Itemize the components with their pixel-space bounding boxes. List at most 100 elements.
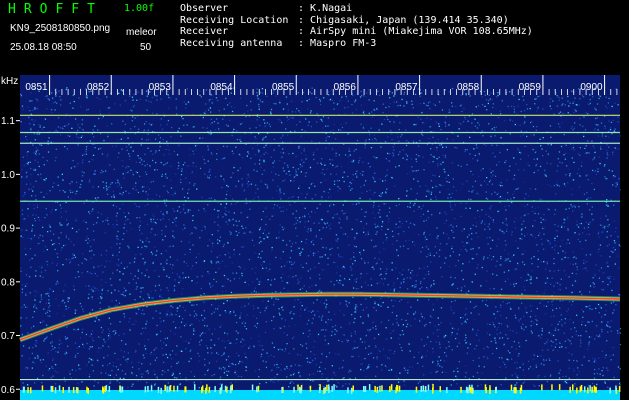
noise-dot (619, 245, 621, 247)
noise-dot (192, 165, 194, 167)
noise-dot (456, 287, 459, 290)
noise-dot (558, 321, 561, 323)
noise-dot (308, 121, 310, 123)
noise-dot (110, 323, 112, 325)
noise-dot (577, 367, 579, 369)
noise-dot (99, 307, 101, 310)
noise-dot (307, 228, 309, 230)
noise-dot (566, 242, 568, 245)
noise-dot (241, 178, 243, 180)
noise-dot (361, 94, 363, 97)
noise-dot (472, 173, 474, 176)
noise-dot (464, 149, 467, 151)
noise-dot (226, 374, 228, 376)
noise-dot (574, 280, 576, 282)
noise-dot (600, 148, 602, 150)
noise-dot (69, 115, 71, 117)
noise-dot (439, 266, 442, 269)
noise-dot (336, 165, 338, 167)
noise-dot (359, 253, 362, 256)
noise-dot (600, 255, 602, 257)
noise-dot (365, 139, 367, 141)
noise-dot (346, 341, 349, 343)
noise-dot (484, 94, 487, 96)
noise-dot (468, 261, 470, 263)
noise-dot (619, 328, 622, 330)
noise-dot (262, 138, 264, 140)
noise-dot (173, 290, 176, 292)
noise-dot (293, 223, 295, 226)
noise-dot (466, 318, 468, 320)
noise-dot (508, 169, 510, 172)
noise-dot (547, 301, 549, 303)
noise-dot (364, 144, 366, 146)
noise-dot (330, 254, 332, 256)
noise-dot (493, 288, 495, 290)
noise-dot (573, 205, 575, 207)
noise-dot (333, 124, 335, 126)
noise-dot (407, 301, 409, 304)
noise-dot (82, 253, 84, 255)
noise-dot (308, 319, 310, 321)
noise-dot (515, 163, 517, 165)
noise-dot (615, 304, 617, 306)
noise-dot (529, 133, 531, 135)
noise-dot (210, 262, 213, 264)
noise-dot (335, 239, 337, 241)
noise-dot (426, 190, 428, 192)
noise-dot (450, 206, 452, 208)
noise-dot (382, 348, 385, 350)
noise-dot (485, 304, 487, 306)
noise-dot (391, 299, 393, 302)
noise-dot (34, 107, 36, 109)
noise-dot (289, 382, 291, 384)
noise-dot (427, 105, 429, 107)
noise-dot (470, 227, 472, 230)
noise-dot (300, 152, 303, 154)
noise-dot (608, 243, 610, 246)
noise-dot (325, 247, 327, 249)
noise-dot (597, 251, 600, 253)
noise-dot (379, 281, 381, 284)
noise-dot (360, 220, 362, 223)
noise-dot (355, 173, 357, 175)
noise-dot (344, 383, 347, 385)
noise-dot (264, 122, 266, 124)
noise-dot (72, 107, 74, 109)
noise-dot (351, 188, 353, 190)
noise-dot (101, 264, 103, 266)
noise-dot (355, 311, 357, 313)
noise-dot (192, 150, 194, 152)
noise-dot (261, 88, 264, 90)
noise-dot (398, 217, 400, 219)
noise-dot (370, 127, 372, 129)
noise-dot (151, 96, 154, 99)
noise-dot (439, 347, 441, 349)
noise-dot (238, 265, 240, 268)
noise-dot (436, 149, 438, 151)
noise-dot (39, 234, 41, 236)
noise-dot (193, 126, 195, 128)
noise-dot (248, 258, 251, 261)
noise-dot (261, 345, 263, 347)
noise-dot (308, 98, 310, 100)
noise-dot (191, 232, 193, 234)
noise-dot (174, 376, 176, 379)
noise-dot (25, 366, 27, 368)
noise-dot (363, 184, 365, 186)
noise-dot (376, 108, 378, 111)
noise-dot (238, 232, 240, 234)
noise-dot (217, 210, 219, 212)
noise-dot (230, 233, 232, 235)
noise-dot (380, 146, 382, 148)
noise-dot (613, 176, 615, 179)
noise-dot (76, 231, 78, 233)
info-value: AirSpy mini (Miakejima VOR 108.65MHz) (310, 26, 533, 37)
noise-dot (426, 117, 428, 119)
noise-dot (94, 320, 96, 322)
noise-dot (452, 186, 455, 188)
noise-dot (333, 204, 335, 206)
noise-dot (66, 124, 68, 127)
noise-dot (286, 343, 288, 345)
noise-dot (457, 164, 459, 167)
